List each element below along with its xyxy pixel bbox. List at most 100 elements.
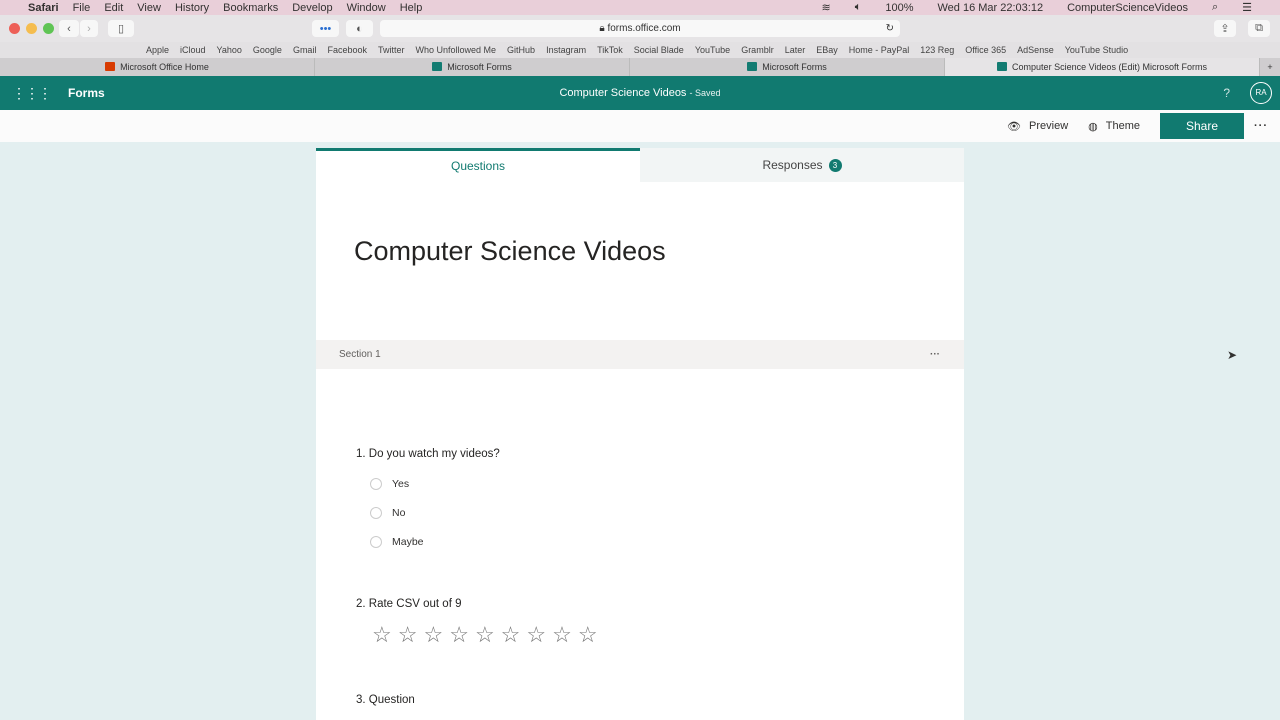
bookmark-link[interactable]: Apple xyxy=(146,45,169,55)
bookmark-link[interactable]: Office 365 xyxy=(965,45,1006,55)
new-tab-button[interactable]: + xyxy=(1260,58,1280,76)
bookmark-link[interactable]: Social Blade xyxy=(634,45,684,55)
section-title: Section 1 xyxy=(339,349,381,360)
preview-button[interactable]: 👁︎ Preview xyxy=(1007,120,1068,133)
menu-help[interactable]: Help xyxy=(400,2,423,14)
bookmark-link[interactable]: Who Unfollowed Me xyxy=(416,45,497,55)
option-label: No xyxy=(392,507,406,519)
bookmark-link[interactable]: EBay xyxy=(816,45,838,55)
macos-menubar: Safari File Edit View History Bookmarks … xyxy=(0,0,1280,15)
back-button[interactable]: ‹ xyxy=(59,20,79,37)
more-options-button[interactable]: ··· xyxy=(1254,120,1268,132)
bookmark-link[interactable]: Yahoo xyxy=(217,45,242,55)
form-title[interactable]: Computer Science Videos xyxy=(354,236,666,267)
star-icon[interactable]: ☆ xyxy=(501,622,521,648)
question-3-title[interactable]: 3. Question xyxy=(356,694,415,706)
address-bar[interactable]: 🔒︎ forms.office.com ↻ xyxy=(380,20,900,37)
bookmark-link[interactable]: Twitter xyxy=(378,45,405,55)
bookmark-link[interactable]: Instagram xyxy=(546,45,586,55)
browser-tab[interactable]: Microsoft Office Home xyxy=(0,58,315,76)
bookmark-link[interactable]: GitHub xyxy=(507,45,535,55)
option-label: Maybe xyxy=(392,536,424,548)
star-icon[interactable]: ☆ xyxy=(552,622,572,648)
bookmarks-bar: Apple iCloud Yahoo Google Gmail Facebook Twitt… xyxy=(0,42,1280,58)
share-sheet-icon[interactable]: ⇪ xyxy=(1214,20,1236,37)
user-name[interactable]: ComputerScienceVideos xyxy=(1067,2,1188,14)
close-window-button[interactable] xyxy=(9,23,20,34)
radio-button[interactable] xyxy=(370,478,382,490)
star-icon[interactable]: ☆ xyxy=(475,622,495,648)
help-icon[interactable]: ? xyxy=(1223,86,1230,100)
forward-button[interactable]: › xyxy=(80,20,98,37)
option-label: Yes xyxy=(392,478,410,490)
bookmark-link[interactable]: Home - PayPal xyxy=(849,45,910,55)
star-icon[interactable]: ☆ xyxy=(398,622,418,648)
menu-file[interactable]: File xyxy=(73,2,91,14)
star-icon[interactable]: ☆ xyxy=(372,622,392,648)
option-maybe[interactable]: Maybe xyxy=(370,536,424,548)
sidebar-toggle-icon[interactable]: ▯ xyxy=(108,20,134,37)
menu-view[interactable]: View xyxy=(137,2,161,14)
privacy-shield-icon[interactable]: ◐ xyxy=(346,20,373,37)
tab-overview-icon[interactable]: ⧉ xyxy=(1248,20,1270,37)
bookmark-link[interactable]: YouTube xyxy=(695,45,730,55)
control-center-icon[interactable]: ☰ xyxy=(1242,1,1252,14)
bookmark-link[interactable]: TikTok xyxy=(597,45,623,55)
forms-icon xyxy=(997,62,1008,71)
menu-app[interactable]: Safari xyxy=(28,2,59,14)
section-more-button[interactable]: ··· xyxy=(930,340,940,369)
question-1-title[interactable]: 1. Do you watch my videos? xyxy=(356,448,500,460)
responses-label: Responses xyxy=(762,158,823,172)
browser-tab-active[interactable]: Computer Science Videos (Edit) Microsoft… xyxy=(945,58,1260,76)
clock[interactable]: Wed 16 Mar 22:03:12 xyxy=(937,2,1043,14)
maximize-window-button[interactable] xyxy=(43,23,54,34)
bookmark-link[interactable]: AdSense xyxy=(1017,45,1054,55)
menu-develop[interactable]: Develop xyxy=(292,2,332,14)
browser-tab[interactable]: Microsoft Forms xyxy=(315,58,630,76)
minimize-window-button[interactable] xyxy=(26,23,37,34)
eye-icon: 👁︎ xyxy=(1007,120,1022,133)
radio-button[interactable] xyxy=(370,507,382,519)
browser-tab[interactable]: Microsoft Forms xyxy=(630,58,945,76)
reload-icon[interactable]: ↻ xyxy=(886,20,894,37)
tab-questions[interactable]: Questions xyxy=(316,148,640,182)
bookmark-link[interactable]: Google xyxy=(253,45,282,55)
bookmark-link[interactable]: iCloud xyxy=(180,45,206,55)
wifi-icon[interactable]: ≋ xyxy=(822,1,831,14)
star-icon[interactable]: ☆ xyxy=(423,622,443,648)
bookmark-link[interactable]: YouTube Studio xyxy=(1065,45,1128,55)
tab-responses[interactable]: Responses 3 xyxy=(640,148,964,182)
avatar[interactable]: RA xyxy=(1250,82,1272,104)
question-2-title[interactable]: 2. Rate CSV out of 9 xyxy=(356,598,461,610)
star-icon[interactable]: ☆ xyxy=(449,622,469,648)
option-no[interactable]: No xyxy=(370,507,405,519)
option-yes[interactable]: Yes xyxy=(370,478,409,490)
palette-icon: ◍ xyxy=(1088,120,1098,133)
star-icon[interactable]: ☆ xyxy=(526,622,546,648)
radio-button[interactable] xyxy=(370,536,382,548)
bookmark-link[interactable]: Gmail xyxy=(293,45,317,55)
rating-stars: ☆ ☆ ☆ ☆ ☆ ☆ ☆ ☆ ☆ xyxy=(372,622,598,648)
tab-title: Microsoft Forms xyxy=(762,62,827,72)
url-text: forms.office.com xyxy=(607,23,681,34)
menu-window[interactable]: Window xyxy=(347,2,386,14)
bookmark-link[interactable]: Later xyxy=(785,45,806,55)
bookmark-link[interactable]: 123 Reg xyxy=(920,45,954,55)
menu-edit[interactable]: Edit xyxy=(104,2,123,14)
share-button[interactable]: Share xyxy=(1160,113,1244,139)
section-header[interactable]: Section 1 ··· xyxy=(316,340,964,369)
forms-icon xyxy=(747,62,758,71)
volume-icon[interactable]: 🔈︎ xyxy=(855,1,862,14)
document-title: Computer Science Videos - Saved xyxy=(0,87,1280,99)
theme-label: Theme xyxy=(1105,120,1140,132)
password-extension-icon[interactable]: ••• xyxy=(312,20,339,37)
menu-history[interactable]: History xyxy=(175,2,209,14)
theme-button[interactable]: ◍ Theme xyxy=(1088,120,1140,133)
spotlight-icon[interactable]: ⌕ xyxy=(1212,1,1218,14)
bookmark-link[interactable]: Gramblr xyxy=(741,45,774,55)
bookmark-link[interactable]: Facebook xyxy=(327,45,367,55)
tab-title: Microsoft Forms xyxy=(447,62,512,72)
star-icon[interactable]: ☆ xyxy=(578,622,598,648)
menu-bookmarks[interactable]: Bookmarks xyxy=(223,2,278,14)
title-text: Computer Science Videos xyxy=(559,87,687,99)
